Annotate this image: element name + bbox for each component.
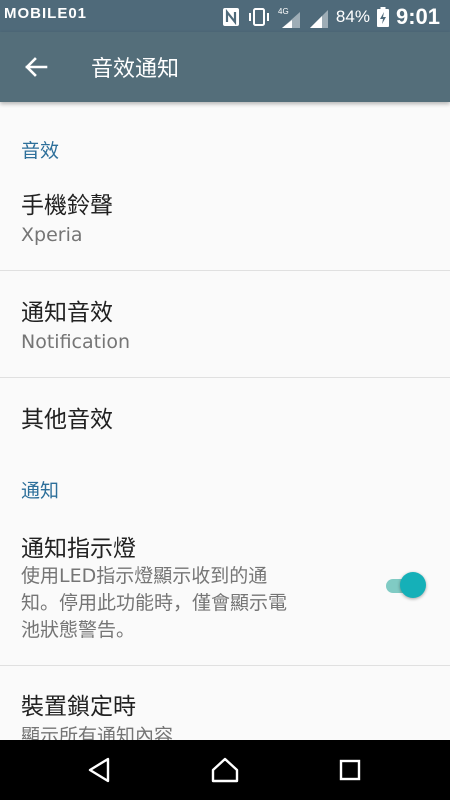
- battery-percent: 84%: [335, 7, 370, 26]
- back-triangle-icon[interactable]: [84, 754, 116, 786]
- notification-light-toggle[interactable]: [386, 572, 426, 600]
- page-title: 音效通知: [91, 57, 180, 82]
- status-bar: MOBILE01 4G 84% 9:01: [0, 0, 450, 32]
- notification-sound-value: Notification: [21, 331, 131, 353]
- notification-sound-title: 通知音效: [21, 300, 113, 326]
- vibrate-icon: [248, 8, 269, 26]
- watermark-logo: MOBILE01: [4, 5, 88, 22]
- divider: [0, 377, 450, 378]
- arrow-left-icon[interactable]: [22, 53, 50, 81]
- battery-icon: [376, 7, 389, 27]
- navigation-bar: [0, 740, 450, 800]
- divider: [0, 270, 450, 271]
- nfc-icon: [222, 8, 239, 26]
- section-header-sound: 音效: [21, 140, 60, 162]
- divider: [0, 665, 450, 666]
- status-icons: 4G 84% 9:01: [222, 4, 440, 30]
- home-icon[interactable]: [209, 754, 241, 786]
- notification-light-summary-line: 池狀態警告。: [21, 619, 136, 641]
- clock: 9:01: [395, 4, 440, 29]
- toggle-thumb: [400, 572, 426, 598]
- notification-light-summary-line: 使用LED指示燈顯示收到的通: [21, 565, 268, 587]
- signal-4g-icon: 4G: [278, 7, 300, 28]
- notification-light-summary-line: 知。停用此功能時，僅會顯示電: [21, 592, 288, 614]
- lock-screen-value: 顯示所有通知內容: [21, 725, 174, 740]
- signal-icon: [309, 10, 328, 28]
- other-sounds-title: 其他音效: [21, 407, 113, 433]
- section-header-notification: 通知: [21, 480, 60, 502]
- ringtone-value: Xperia: [21, 224, 83, 246]
- settings-list[interactable]: 音效 手機鈴聲 Xperia 通知音效 Notification 其他音效 通知…: [0, 102, 450, 740]
- app-toolbar: 音效通知: [0, 32, 450, 102]
- recents-icon[interactable]: [334, 754, 366, 786]
- lock-screen-title: 裝置鎖定時: [21, 694, 136, 720]
- ringtone-title: 手機鈴聲: [21, 193, 113, 219]
- network-type-label: 4G: [278, 7, 289, 16]
- notification-light-title: 通知指示燈: [21, 536, 136, 562]
